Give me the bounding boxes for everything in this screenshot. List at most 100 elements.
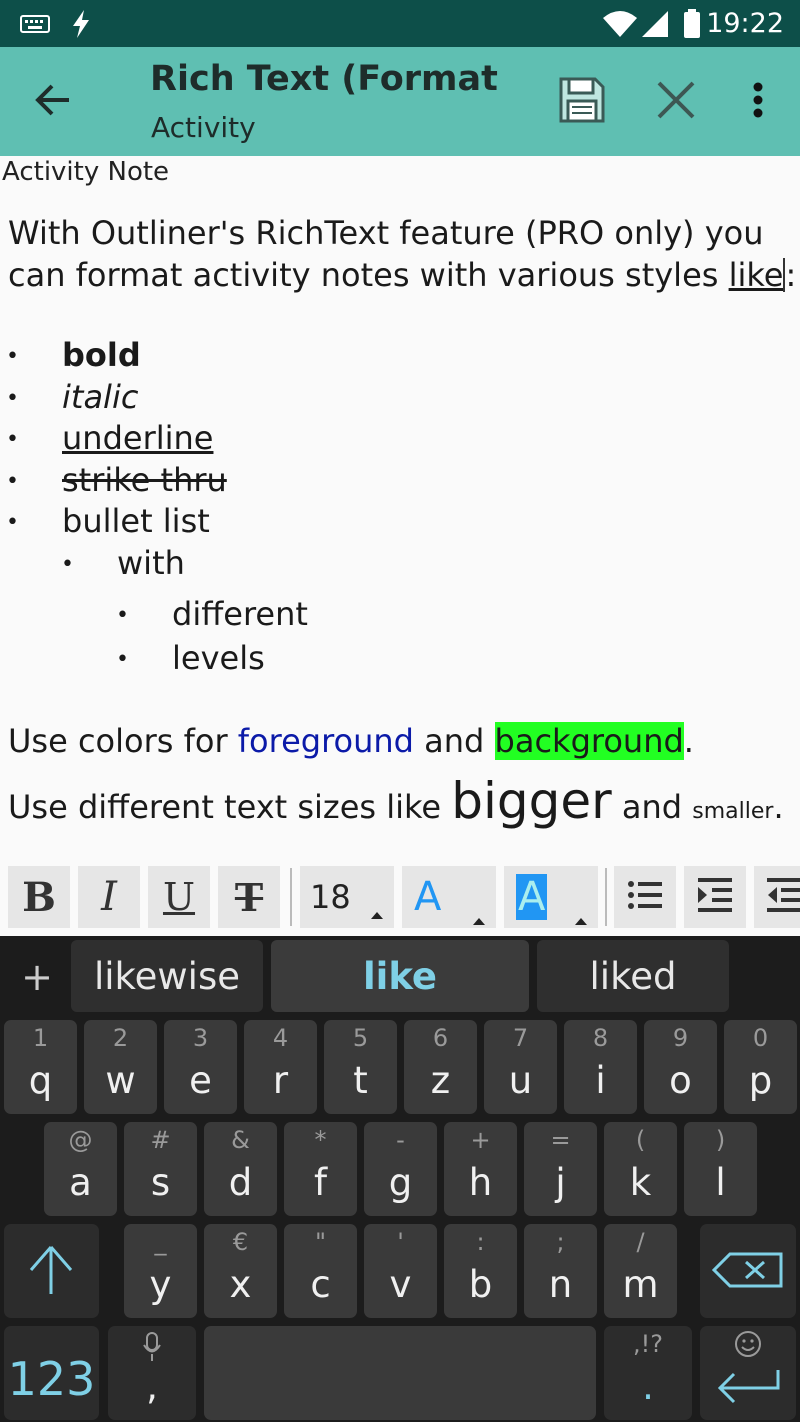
strikethrough-button[interactable]: T — [218, 866, 280, 928]
list-item: italic — [62, 378, 139, 416]
sizes-text: Use different text sizes like — [8, 788, 452, 826]
key-p[interactable]: 0p — [724, 1020, 797, 1114]
key-b[interactable]: :b — [444, 1224, 517, 1318]
key-n[interactable]: ; n — [524, 1224, 597, 1318]
intro-text: With Outliner's RichText feature (PRO on… — [8, 214, 764, 294]
key-m[interactable]: / m — [604, 1224, 677, 1318]
enter-arrow-icon — [716, 1368, 780, 1408]
bullet-icon: • — [6, 510, 19, 535]
bullet-icon: • — [116, 603, 129, 628]
colors-and-text: and — [413, 722, 495, 760]
page-subtitle: Activity — [151, 111, 256, 144]
list-item: levels — [172, 639, 265, 677]
key-w[interactable]: 2w — [84, 1020, 157, 1114]
soft-keyboard: + likewise like liked 1q 2w 3e 4r 5t 6z … — [0, 936, 800, 1422]
shift-key[interactable] — [4, 1224, 99, 1318]
colors-line: Use colors for foreground and background… — [8, 722, 694, 760]
numbers-key[interactable]: 123 — [4, 1326, 99, 1420]
intro-paragraph: With Outliner's RichText feature (PRO on… — [8, 212, 798, 296]
overflow-menu-button[interactable] — [740, 67, 776, 137]
comma-key[interactable]: , — [108, 1326, 196, 1420]
sizes-and-text: and — [611, 788, 693, 826]
back-button[interactable] — [18, 67, 88, 137]
signal-icon — [640, 0, 670, 47]
dropdown-arrow-icon — [370, 890, 384, 928]
clock: 19:22 — [706, 8, 784, 39]
space-key[interactable] — [204, 1326, 596, 1420]
list-item: with — [117, 544, 185, 582]
sizes-line: Use different text sizes like bigger and… — [8, 766, 784, 847]
key-s[interactable]: # s — [124, 1122, 197, 1216]
highlight-color-dropdown[interactable]: A — [504, 866, 598, 928]
keyboard-icon — [18, 0, 52, 47]
dropdown-arrow-icon — [472, 890, 486, 936]
close-button[interactable] — [648, 67, 704, 137]
key-o[interactable]: 9o — [644, 1020, 717, 1114]
key-x[interactable]: € x — [204, 1224, 277, 1318]
highlight-color-icon: A — [516, 874, 548, 920]
backspace-icon — [711, 1252, 784, 1292]
suggestion-left[interactable]: likewise — [71, 940, 263, 1012]
key-z[interactable]: 6z — [404, 1020, 477, 1114]
key-d[interactable]: & d — [204, 1122, 277, 1216]
key-g[interactable]: -g — [364, 1122, 437, 1216]
bullet-icon: • — [6, 469, 19, 494]
list-item: underline — [62, 419, 214, 457]
microphone-icon — [142, 1332, 162, 1366]
font-size-value: 18 — [310, 878, 351, 916]
key-r[interactable]: 4r — [244, 1020, 317, 1114]
key-f[interactable]: * f — [284, 1122, 357, 1216]
list-item: different — [172, 595, 308, 633]
underline-button[interactable]: U — [148, 866, 210, 928]
list-item: bold — [62, 336, 141, 374]
key-k[interactable]: (k — [604, 1122, 677, 1216]
key-u[interactable]: 7u — [484, 1020, 557, 1114]
toolbar-divider — [290, 868, 292, 926]
intro-underlined-word: like — [728, 256, 784, 294]
save-button[interactable] — [552, 67, 612, 137]
key-e[interactable]: 3e — [164, 1020, 237, 1114]
suggestion-right[interactable]: liked — [537, 940, 729, 1012]
period-key[interactable]: ,!? . — [604, 1326, 692, 1420]
key-a[interactable]: @ a — [44, 1122, 117, 1216]
plus-icon: + — [21, 955, 53, 999]
smaller-text: smaller — [692, 799, 774, 824]
key-l[interactable]: ) l — [684, 1122, 757, 1216]
key-q[interactable]: 1q — [4, 1020, 77, 1114]
bullet-icon: • — [6, 344, 19, 369]
key-h[interactable]: + h — [444, 1122, 517, 1216]
rich-text-editor[interactable]: With Outliner's RichText feature (PRO on… — [8, 212, 798, 296]
key-c[interactable]: " c — [284, 1224, 357, 1318]
more-vert-icon — [752, 82, 764, 122]
indent-button[interactable] — [684, 866, 746, 928]
bullet-icon: • — [6, 386, 19, 411]
bold-button[interactable]: B — [8, 866, 70, 928]
font-size-dropdown[interactable]: 18 — [300, 866, 394, 928]
add-word-button[interactable]: + — [12, 944, 62, 1010]
battery-icon — [680, 0, 704, 47]
close-icon — [655, 79, 697, 125]
enter-key[interactable] — [700, 1326, 796, 1420]
key-v[interactable]: ' v — [364, 1224, 437, 1318]
key-y[interactable]: _ y — [124, 1224, 197, 1318]
text-color-dropdown[interactable]: A — [402, 866, 496, 928]
backspace-key[interactable] — [700, 1224, 796, 1318]
format-toolbar: B I U T 18 A A — [0, 858, 800, 936]
background-highlighted-text: background — [494, 722, 684, 760]
bullet-icon: • — [6, 427, 19, 452]
bullet-list-button[interactable] — [614, 866, 676, 928]
key-i[interactable]: 8i — [564, 1020, 637, 1114]
flash-icon — [66, 0, 96, 47]
bullet-icon: • — [116, 647, 129, 672]
suggestion-center[interactable]: like — [271, 940, 529, 1012]
dropdown-arrow-icon — [574, 890, 588, 936]
bullet-list-icon — [627, 879, 663, 915]
outdent-button[interactable] — [754, 866, 800, 928]
app-bar: Rich Text (Format Activity — [0, 47, 800, 156]
foreground-colored-text: foreground — [237, 722, 414, 760]
list-item: bullet list — [62, 502, 210, 540]
key-j[interactable]: = j — [524, 1122, 597, 1216]
italic-button[interactable]: I — [78, 866, 140, 928]
key-t[interactable]: 5t — [324, 1020, 397, 1114]
indent-icon — [697, 877, 733, 917]
